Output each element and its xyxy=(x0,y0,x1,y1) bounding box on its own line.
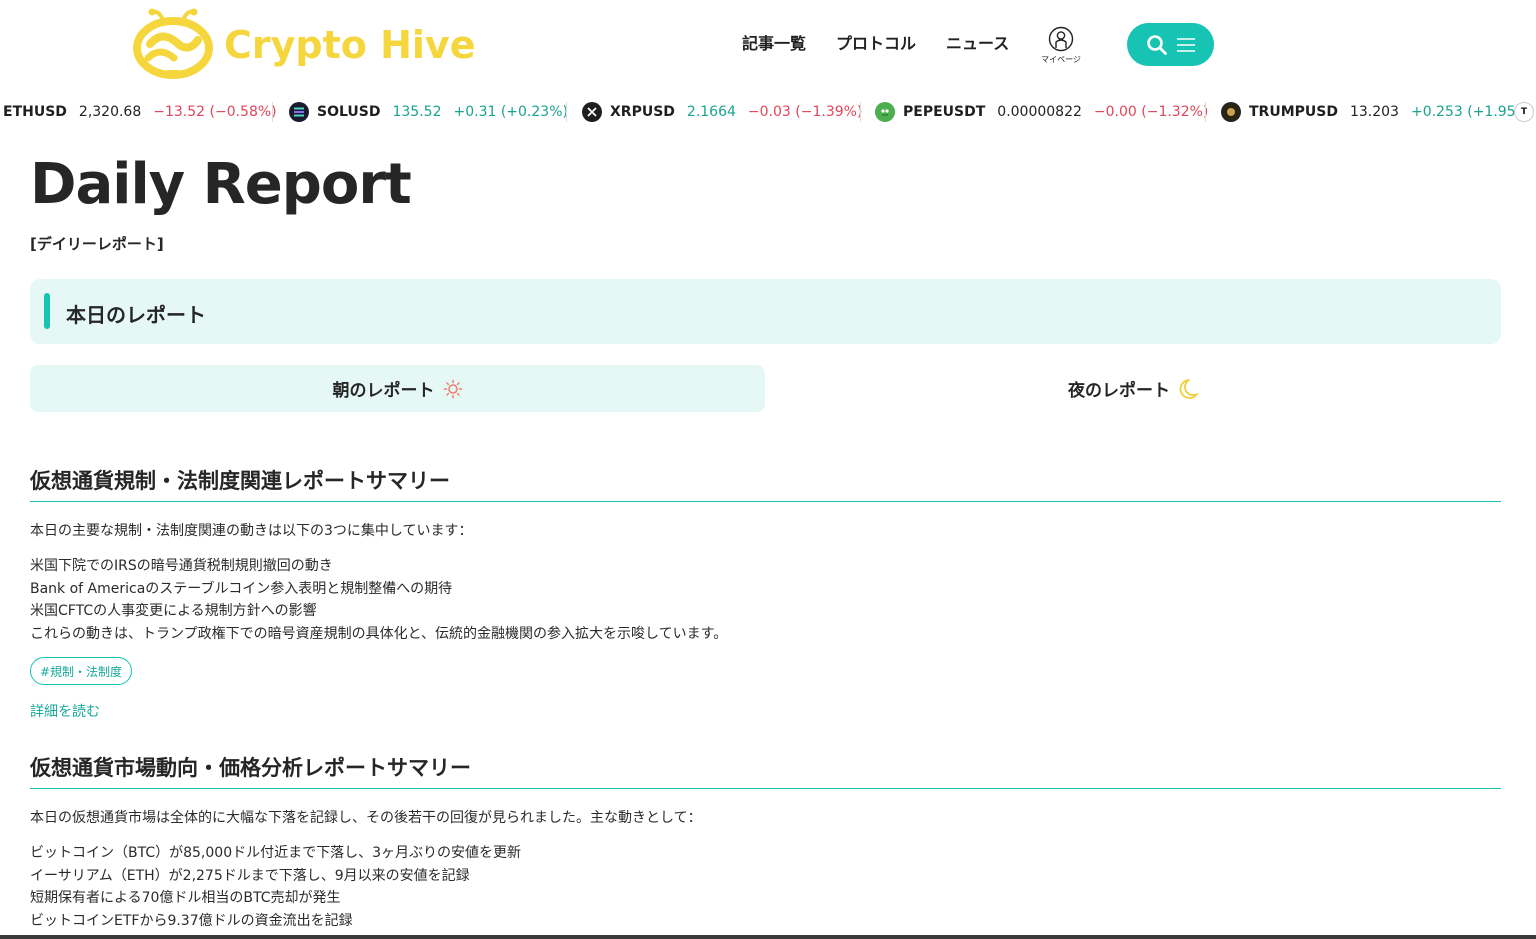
search-icon xyxy=(1146,34,1167,55)
section-divider xyxy=(30,501,1501,502)
ticker-price: 0.00000822 xyxy=(997,104,1082,120)
section-list: 米国下院でのIRSの暗号通貨税制規則撤回の動き Bank of Americaの… xyxy=(30,555,727,645)
ticker-divider xyxy=(272,102,273,122)
ticker-item-eth[interactable]: ETHUSD 2,320.68 −13.52 (−0.58%) xyxy=(3,92,277,132)
ticker-divider xyxy=(1205,102,1206,122)
tradingview-icon[interactable]: T xyxy=(1514,92,1536,132)
tab-morning-report[interactable]: 朝のレポート xyxy=(30,365,765,412)
section-title-regulation: 仮想通貨規制・法制度関連レポートサマリー xyxy=(30,469,450,493)
page-title: Daily Report xyxy=(30,152,412,217)
ticker-symbol: SOLUSD xyxy=(317,104,381,120)
list-item: これらの動きは、トランプ政権下での暗号資産規制の具体化と、伝統的金融機関の参入拡… xyxy=(30,625,728,642)
ticker-change: −0.03 (−1.39%) xyxy=(747,104,863,120)
page-subtitle: [デイリーレポート] xyxy=(30,235,164,253)
read-more-link[interactable]: 詳細を読む xyxy=(30,701,100,721)
tab-label: 夜のレポート xyxy=(1068,381,1170,401)
window-bottom-edge xyxy=(0,935,1536,939)
list-item: ビットコイン（BTC）が85,000ドル付近まで下落し、3ヶ月ぶりの安値を更新 xyxy=(30,845,522,861)
list-item: 米国下院でのIRSの暗号通貨税制規則撤回の動き xyxy=(30,558,333,574)
tag-regulation[interactable]: #規制・法制度 xyxy=(30,657,133,685)
nav-protocols[interactable]: プロトコル xyxy=(836,30,916,54)
ticker-item-sol[interactable]: SOLUSD 135.52 +0.31 (+0.23%) xyxy=(289,92,568,132)
list-item: イーサリアム（ETH）が2,275ドルまで下落し、9月以来の安値を記録 xyxy=(30,867,470,884)
mypage-button[interactable]: マイページ xyxy=(1036,26,1086,65)
section-title-market: 仮想通貨市場動向・価格分析レポートサマリー xyxy=(30,756,471,780)
ticker-price: 2,320.68 xyxy=(78,104,142,120)
ticker-change: −13.52 (−0.58%) xyxy=(153,104,277,120)
ticker-item-pepe[interactable]: PEPEUSDT 0.00000822 −0.00 (−1.32%) xyxy=(875,92,1208,132)
search-menu-button[interactable] xyxy=(1127,23,1214,66)
solana-icon xyxy=(289,102,309,122)
list-item: 短期保有者による70億ドル相当のBTC売却が発生 xyxy=(30,890,341,906)
ticker-symbol: XRPUSD xyxy=(610,104,675,120)
moon-icon xyxy=(1178,378,1198,400)
brand-name: Crypto Hive xyxy=(224,23,476,67)
ticker-price: 135.52 xyxy=(392,104,442,120)
site-logo[interactable]: Crypto Hive xyxy=(132,8,475,82)
list-item: ビットコインETFから9.37億ドルの資金流出を記録 xyxy=(30,912,353,929)
ticker-item-trump[interactable]: TRUMPUSD 13.203 +0.253 (+1.95%) xyxy=(1221,92,1534,132)
today-report-label: 本日のレポート xyxy=(66,303,206,327)
accent-bar xyxy=(44,293,50,329)
ticker-price: 13.203 xyxy=(1349,104,1399,120)
section-intro: 本日の主要な規制・法制度関連の動きは以下の3つに集中しています： xyxy=(30,523,473,539)
section-list: ビットコイン（BTC）が85,000ドル付近まで下落し、3ヶ月ぶりの安値を更新 … xyxy=(30,842,521,932)
section-intro: 本日の仮想通貨市場は全体的に大幅な下落を記録し、その後若干の回復が見られました。… xyxy=(30,810,702,826)
price-ticker: ETHUSD 2,320.68 −13.52 (−0.58%) SOLUSD 1… xyxy=(0,92,1536,132)
bee-logo-icon xyxy=(133,8,213,79)
main-nav: 記事一覧 プロトコル ニュース xyxy=(742,30,1039,54)
pepe-icon xyxy=(875,102,895,122)
ticker-divider xyxy=(860,102,861,122)
mypage-label: マイページ xyxy=(1041,55,1081,64)
site-header: Crypto Hive 記事一覧 プロトコル ニュース マイページ xyxy=(0,0,1536,90)
user-icon xyxy=(1048,26,1074,52)
nav-articles[interactable]: 記事一覧 xyxy=(742,30,806,54)
ticker-divider xyxy=(566,102,567,122)
ticker-price: 2.1664 xyxy=(686,104,736,120)
sun-icon xyxy=(443,379,463,399)
nav-news[interactable]: ニュース xyxy=(946,30,1009,54)
tab-night-report[interactable]: 夜のレポート xyxy=(765,365,1501,412)
list-item: Bank of Americaのステーブルコイン参入表明と規制整備への期待 xyxy=(30,580,453,597)
ticker-change: +0.31 (+0.23%) xyxy=(453,104,568,120)
list-item: 米国CFTCの人事変更による規制方針への影響 xyxy=(30,603,317,619)
ticker-symbol: ETHUSD xyxy=(3,104,67,120)
hamburger-menu-icon xyxy=(1176,37,1195,52)
tab-label: 朝のレポート xyxy=(332,381,435,401)
ticker-item-xrp[interactable]: XRPUSD 2.1664 −0.03 (−1.39%) xyxy=(582,92,862,132)
today-report-header: 本日のレポート xyxy=(30,279,1501,344)
ticker-symbol: PEPEUSDT xyxy=(903,104,986,120)
section-divider xyxy=(30,788,1501,789)
ticker-change: −0.00 (−1.32%) xyxy=(1093,104,1209,120)
trump-coin-icon xyxy=(1221,102,1241,122)
xrp-icon xyxy=(582,102,602,122)
ticker-symbol: TRUMPUSD xyxy=(1249,104,1338,120)
